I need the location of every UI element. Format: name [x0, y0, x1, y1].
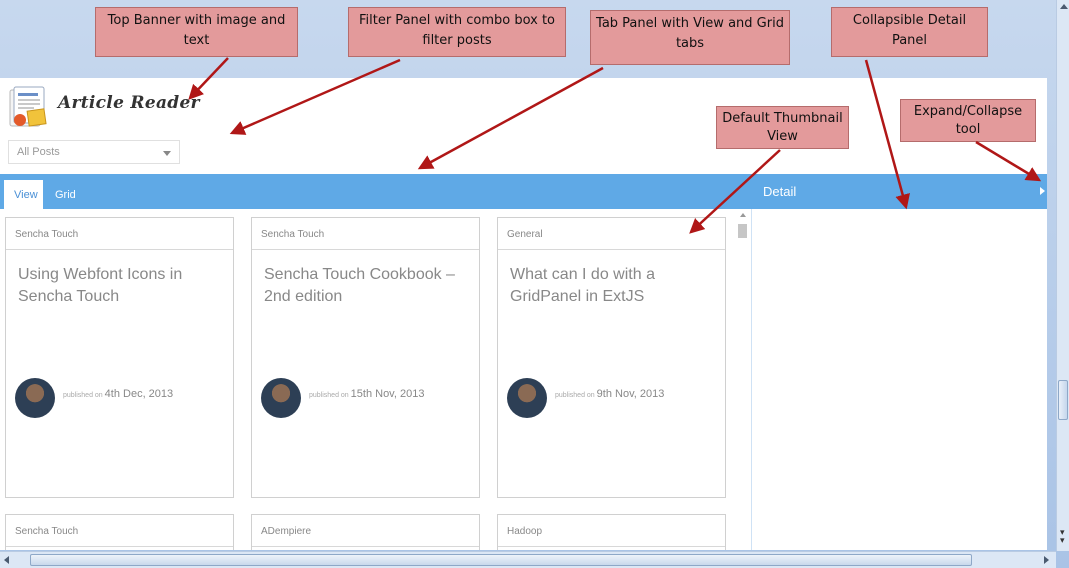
thumbnail-view: Sencha Touch Using Webfont Icons in Senc… [0, 209, 736, 550]
chevron-down-icon[interactable] [163, 151, 171, 156]
scrollbar-thumb[interactable] [1058, 380, 1068, 420]
thumbnail-view-scrollbar[interactable] [736, 209, 750, 550]
annotation-top-banner: Top Banner with image and text [95, 7, 298, 57]
card-title: Sencha Touch Cookbook – 2nd edition [264, 266, 455, 305]
filter-combo-box[interactable]: All Posts [8, 140, 180, 164]
annotation-thumbnail-view: Default Thumbnail View [716, 106, 849, 149]
scroll-down-icon[interactable]: ▾ ▾ [1060, 528, 1065, 545]
card-category: Sencha Touch [252, 218, 479, 250]
card-category: General [498, 218, 725, 250]
article-reader-app: Article Reader All Posts View Grid Detai… [0, 78, 1047, 550]
window-horizontal-scrollbar[interactable] [0, 551, 1056, 568]
published-date: 4th Dec, 2013 [104, 388, 174, 400]
card-category: Sencha Touch [6, 515, 233, 547]
article-card[interactable]: ADempiere [251, 514, 480, 550]
tab-bar: View Grid [0, 174, 751, 209]
card-title: Using Webfont Icons in Sencha Touch [18, 266, 183, 305]
article-reader-logo-icon [9, 86, 47, 127]
card-category: ADempiere [252, 515, 479, 547]
published-label: published on [63, 392, 103, 399]
annotation-detail-panel: Collapsible Detail Panel [831, 7, 988, 57]
scrollbar-thumb[interactable] [738, 224, 747, 238]
card-title: What can I do with a GridPanel in ExtJS [510, 266, 655, 305]
scroll-left-icon[interactable] [4, 556, 9, 564]
article-card[interactable]: General What can I do with a GridPanel i… [497, 217, 726, 498]
card-published: published on 4th Dec, 2013 [63, 388, 173, 400]
avatar [261, 378, 301, 418]
triangle-right-icon[interactable] [1040, 187, 1045, 195]
filter-combo-value: All Posts [17, 146, 60, 158]
detail-panel-body [751, 209, 1047, 550]
scroll-up-icon[interactable] [740, 213, 746, 217]
article-card[interactable]: Sencha Touch Sencha Touch Cookbook – 2nd… [251, 217, 480, 498]
card-category: Hadoop [498, 515, 725, 547]
published-date: 15th Nov, 2013 [350, 388, 425, 400]
annotation-tab-panel: Tab Panel with View and Grid tabs [590, 10, 790, 65]
detail-panel-header: Detail [751, 174, 1047, 209]
detail-panel-title: Detail [763, 184, 797, 199]
published-label: published on [555, 392, 595, 399]
scroll-right-icon[interactable] [1044, 556, 1049, 564]
avatar [15, 378, 55, 418]
window-vertical-scrollbar[interactable]: ▾ ▾ [1056, 0, 1069, 551]
card-published: published on 15th Nov, 2013 [309, 388, 424, 400]
top-banner: Article Reader All Posts [0, 78, 1047, 174]
app-title: Article Reader [58, 93, 200, 113]
card-category: Sencha Touch [6, 218, 233, 250]
card-published: published on 9th Nov, 2013 [555, 388, 664, 400]
article-card[interactable]: Hadoop [497, 514, 726, 550]
annotation-filter-panel: Filter Panel with combo box to filter po… [348, 7, 566, 57]
published-label: published on [309, 392, 349, 399]
scroll-up-icon[interactable] [1060, 4, 1068, 9]
tab-grid[interactable]: Grid [45, 180, 86, 209]
avatar [507, 378, 547, 418]
published-date: 9th Nov, 2013 [596, 388, 665, 400]
article-card[interactable]: Sencha Touch [5, 514, 234, 550]
scrollbar-thumb[interactable] [30, 554, 972, 566]
annotation-expand-collapse: Expand/Collapse tool [900, 99, 1036, 142]
article-card[interactable]: Sencha Touch Using Webfont Icons in Senc… [5, 217, 234, 498]
tab-view[interactable]: View [4, 180, 43, 209]
